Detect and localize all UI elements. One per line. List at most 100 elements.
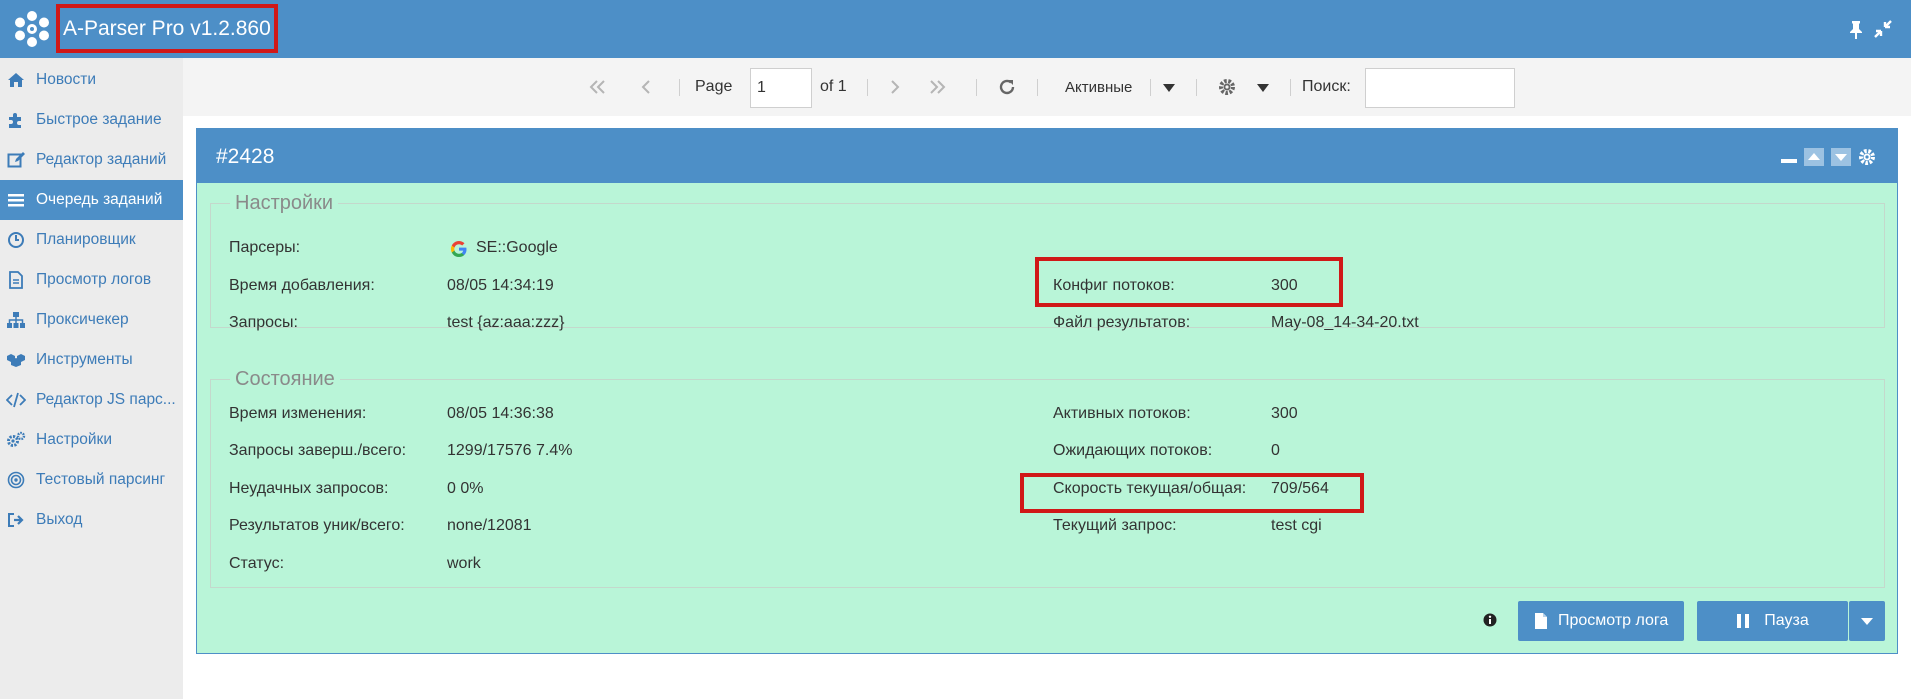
move-up-icon[interactable] [1804,148,1824,166]
first-page-icon[interactable] [589,79,607,95]
active-threads-value: 300 [1271,405,1298,422]
state-legend: Состояние [235,368,335,390]
sidebar-item-js-editor[interactable]: Редактор JS парс... [0,380,183,420]
current-query-label: Текущий запрос: [1053,517,1177,534]
pager-toolbar: Page of 1 Активные Поиск: [183,58,1911,116]
sidebar-item-settings[interactable]: Настройки [0,420,183,460]
page-count-label: of 1 [820,78,847,95]
added-time-label: Время добавления: [229,277,375,294]
sidebar-item-label: Очередь заданий [36,191,163,208]
minimize-icon[interactable] [1779,148,1799,166]
changed-time-value: 08/05 14:36:38 [447,405,554,422]
waiting-threads-label: Ожидающих потоков: [1053,442,1213,459]
sidebar-item-label: Планировщик [36,231,136,248]
gears-icon [6,431,26,449]
pause-dropdown-button[interactable] [1849,601,1885,641]
refresh-icon[interactable] [998,78,1016,96]
filter-dropdown-caret-icon[interactable] [1162,83,1176,93]
parsers-label: Парсеры: [229,239,301,256]
sidebar-item-label: Проксичекер [36,311,129,328]
sidebar-item-tools[interactable]: Инструменты [0,340,183,380]
cubes-icon [6,351,26,369]
pause-button[interactable]: Пауза [1697,601,1848,641]
chevron-down-icon [1861,618,1873,625]
sidebar-item-logout[interactable]: Выход [0,500,183,540]
sidebar-item-label: Тестовый парсинг [36,471,166,488]
puzzle-icon [6,111,26,129]
code-icon [6,391,26,409]
search-input[interactable] [1365,68,1515,108]
results-value: none/12081 [447,517,532,534]
search-label: Поиск: [1302,78,1351,95]
sidebar-item-quick-task[interactable]: Быстрое задание [0,100,183,140]
settings-legend: Настройки [235,192,334,214]
page-label: Page [695,78,733,95]
filter-select-label[interactable]: Активные [1065,58,1132,116]
completed-queries-value: 1299/17576 7.4% [447,442,573,459]
home-icon [6,71,26,89]
speed-highlight-box [1020,473,1364,513]
sidebar-item-task-editor[interactable]: Редактор заданий [0,140,183,180]
settings-dropdown-caret-icon[interactable] [1256,83,1270,93]
task-panel: #2428 Настройки Парсеры: SE::Google Врем… [196,128,1898,654]
pause-icon [1737,614,1750,628]
waiting-threads-value: 0 [1271,442,1280,459]
sidebar-item-proxychecker[interactable]: Проксичекер [0,300,183,340]
results-label: Результатов уник/всего: [229,517,405,534]
sitemap-icon [6,311,26,329]
a-parser-logo-icon [15,11,49,47]
active-threads-label: Активных потоков: [1053,405,1191,422]
pause-button-label: Пауза [1764,612,1809,629]
next-page-icon[interactable] [889,79,901,95]
view-log-button[interactable]: Просмотр лога [1518,601,1684,641]
sidebar-item-label: Новости [36,71,97,88]
failed-queries-value: 0 0% [447,480,484,497]
status-value: work [447,555,481,572]
sidebar-item-label: Выход [36,511,83,528]
pin-icon[interactable] [1846,19,1866,39]
queries-label: Запросы: [229,314,298,331]
status-label: Статус: [229,555,285,572]
last-page-icon[interactable] [928,79,946,95]
failed-queries-label: Неудачных запросов: [229,480,389,497]
page-number-input[interactable] [750,68,812,108]
sidebar-item-task-queue[interactable]: Очередь заданий [0,180,183,220]
file-icon [6,271,26,289]
threads-config-highlight-box [1035,257,1343,307]
added-time-value: 08/05 14:34:19 [447,277,554,294]
changed-time-label: Время изменения: [229,405,367,422]
file-icon [1535,613,1547,629]
sidebar-item-label: Инструменты [36,351,133,368]
sidebar-item-label: Быстрое задание [36,111,162,128]
list-icon [6,191,26,209]
task-id: #2428 [216,145,275,168]
task-panel-header: #2428 [197,129,1897,183]
info-icon[interactable] [1483,613,1497,627]
sidebar-item-scheduler[interactable]: Планировщик [0,220,183,260]
queries-value: test {az:aaa:zzz} [447,314,565,331]
target-icon [6,471,26,489]
prev-page-icon[interactable] [640,79,652,95]
sidebar-item-label: Просмотр логов [36,271,152,288]
sidebar-item-label: Настройки [36,431,113,448]
sidebar-item-label: Редактор JS парс... [36,391,176,408]
result-file-label: Файл результатов: [1053,314,1191,331]
sidebar-item-logs[interactable]: Просмотр логов [0,260,183,300]
clock-icon [6,231,26,249]
title-highlight-box [56,4,278,53]
parsers-value: SE::Google [476,239,558,256]
current-query-value: test cgi [1271,517,1322,534]
sign-out-icon [6,511,26,529]
move-down-icon[interactable] [1831,148,1851,166]
app-header: A-Parser Pro v1.2.860 [0,0,1911,58]
sidebar: Новости Быстрое задание Редактор заданий… [0,58,183,699]
compress-icon[interactable] [1873,19,1893,39]
gear-icon[interactable] [1218,78,1236,96]
google-icon [450,241,467,257]
panel-gear-icon[interactable] [1857,148,1877,166]
sidebar-item-label: Редактор заданий [36,151,167,168]
result-file-value: May-08_14-34-20.txt [1271,314,1419,331]
view-log-button-label: Просмотр лога [1558,612,1669,629]
sidebar-item-test-parsing[interactable]: Тестовый парсинг [0,460,183,500]
sidebar-item-news[interactable]: Новости [0,60,183,100]
